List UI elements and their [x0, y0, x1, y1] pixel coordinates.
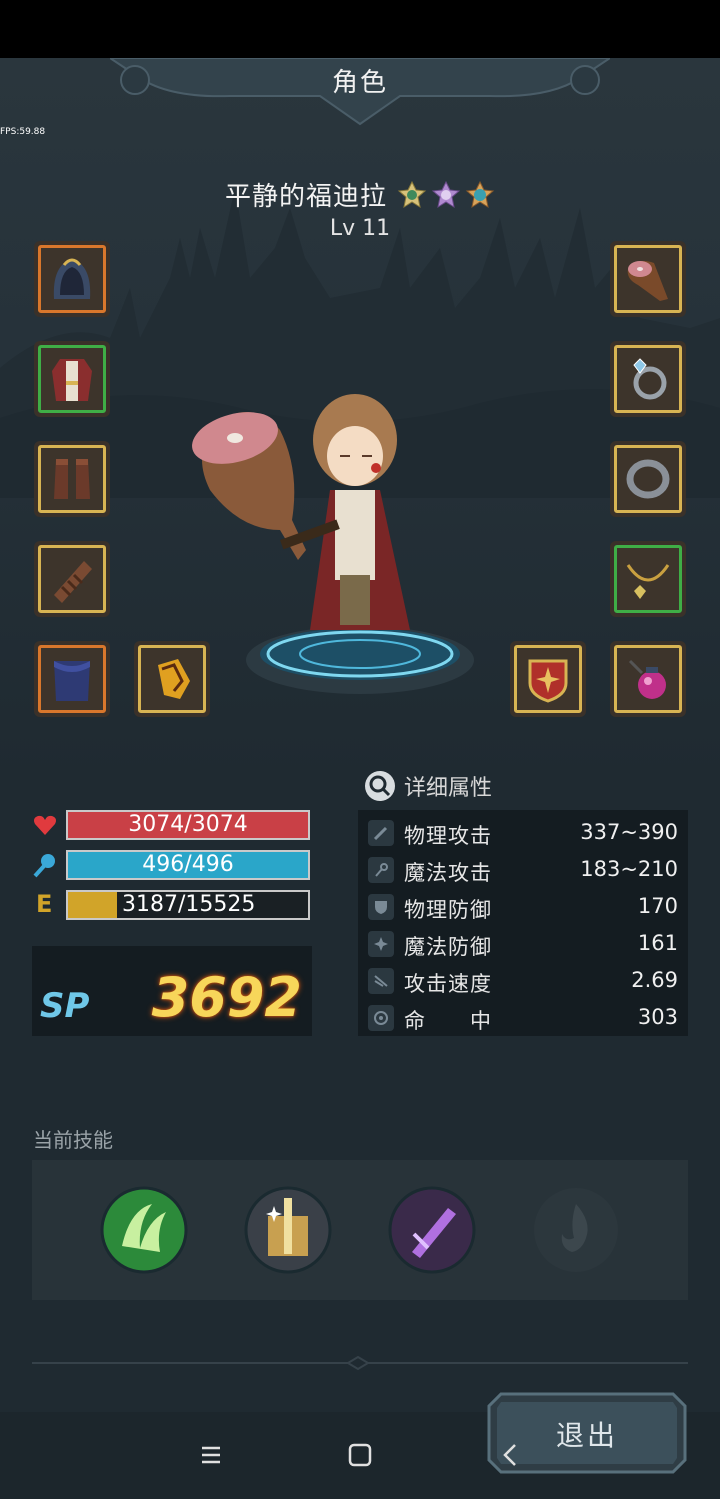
ham-weapon-icon — [627, 261, 668, 301]
sword-icon — [373, 826, 388, 841]
attr-value: 170 — [637, 894, 678, 918]
divider-ornament — [346, 1356, 370, 1370]
mana-icon — [33, 854, 55, 878]
blue-rank-badge-icon[interactable] — [465, 180, 495, 210]
robe-armor-icon — [52, 359, 92, 401]
holy-sword-skill-icon — [244, 1186, 332, 1274]
equip-slot-feet[interactable] — [34, 441, 110, 517]
skill-slot-4[interactable] — [532, 1186, 620, 1274]
skills-title: 当前技能 — [33, 1128, 113, 1152]
attr-value: 161 — [637, 931, 678, 955]
equip-slot-body[interactable] — [34, 341, 110, 417]
exp-value: 3187/15525 — [122, 892, 256, 917]
magic-shield-icon — [374, 937, 388, 951]
search-icon — [365, 771, 395, 801]
bracer-icon — [54, 561, 92, 603]
attr-row-magic-defense: 魔法防御 161 — [358, 927, 688, 963]
sp-value: 3692 — [151, 966, 302, 1029]
equip-slot-emblem[interactable] — [510, 641, 586, 717]
hp-bar: 3074/3074 — [66, 810, 310, 840]
equip-slot-legs[interactable] — [34, 641, 110, 717]
speed-icon — [374, 975, 388, 987]
hood-icon — [53, 258, 91, 299]
equip-slot-head[interactable] — [34, 241, 110, 317]
attr-name: 魔法攻击 — [404, 861, 492, 885]
page-title: 角色 — [331, 68, 388, 98]
target-icon — [374, 1011, 388, 1025]
potion-charm-icon — [628, 659, 666, 699]
purple-rank-badge-icon[interactable] — [431, 180, 461, 210]
exp-bar-fill — [68, 892, 118, 918]
iron-ring-icon — [626, 459, 670, 499]
home-icon[interactable] — [345, 1440, 375, 1470]
shield-emblem-icon — [528, 659, 568, 703]
mp-bar: 496/496 — [66, 850, 310, 880]
sp-label: SP — [40, 986, 90, 1026]
attr-row-accuracy: 命 中 303 — [358, 1001, 688, 1037]
equip-slot-ring-2[interactable] — [610, 441, 686, 517]
attr-row-attack-speed: 攻击速度 2.69 — [358, 964, 688, 1000]
staff-icon — [375, 863, 388, 877]
back-icon[interactable] — [496, 1440, 526, 1470]
heart-icon — [34, 815, 56, 835]
boots-icon — [54, 459, 90, 499]
exp-bar: 3187/15525 — [66, 890, 310, 920]
character-name-row: 平静的福迪拉 — [0, 176, 720, 213]
equip-slot-arms[interactable] — [34, 541, 110, 617]
attr-row-magic-attack: 魔法攻击 183~210 — [358, 853, 688, 889]
pants-icon — [54, 661, 90, 701]
fps-counter: FPS:59.88 — [0, 127, 46, 137]
detail-attributes-button[interactable]: 详细属性 — [364, 770, 492, 802]
skill-slot-2[interactable] — [244, 1186, 332, 1274]
equip-slot-weapon[interactable] — [610, 241, 686, 317]
mp-value: 496/496 — [142, 852, 234, 877]
character-level: Lv 11 — [329, 216, 391, 241]
gold-rank-badge-icon[interactable] — [397, 180, 427, 210]
attr-name: 命 中 — [404, 1009, 492, 1033]
equip-slot-charm[interactable] — [610, 641, 686, 717]
character-portrait — [192, 394, 410, 630]
attr-name: 攻击速度 — [404, 972, 492, 996]
character-name: 平静的福迪拉 — [224, 182, 387, 212]
necklace-icon — [626, 564, 670, 599]
skill-slot-1[interactable] — [100, 1186, 188, 1274]
attributes-panel: 物理攻击 337~390 魔法攻击 183~210 物理防御 170 魔法防御 … — [358, 810, 688, 1036]
attr-value: 303 — [637, 1005, 678, 1029]
detail-attributes-title: 详细属性 — [404, 776, 493, 801]
equip-slot-necklace[interactable] — [610, 541, 686, 617]
attr-name: 物理防御 — [404, 898, 492, 922]
attr-name: 物理攻击 — [404, 824, 492, 848]
attr-row-physical-defense: 物理防御 170 — [358, 890, 688, 926]
attr-value: 2.69 — [631, 968, 678, 992]
equip-slot-ring-1[interactable] — [610, 341, 686, 417]
attr-name: 魔法防御 — [404, 935, 492, 959]
rank-badges — [397, 180, 495, 210]
flame-skill-icon — [534, 1188, 618, 1272]
shield-icon — [375, 901, 387, 914]
character-screen: 角色 FPS:59.88 平静的福迪拉 Lv 11 3074/3074 496/… — [0, 0, 720, 1499]
sp-panel: SP 3692 — [32, 946, 312, 1036]
shadow-blade-skill-icon — [388, 1186, 476, 1274]
hp-value: 3074/3074 — [128, 812, 248, 837]
wind-slash-skill-icon — [100, 1186, 188, 1274]
status-bar — [0, 0, 720, 58]
attr-value: 337~390 — [580, 820, 678, 844]
gem-ring-icon — [633, 358, 667, 400]
attr-row-physical-attack: 物理攻击 337~390 — [358, 816, 688, 852]
menu-icon[interactable] — [196, 1440, 226, 1470]
exp-label: E — [36, 890, 53, 918]
skill-slot-3[interactable] — [388, 1186, 476, 1274]
attr-value: 183~210 — [580, 857, 678, 881]
